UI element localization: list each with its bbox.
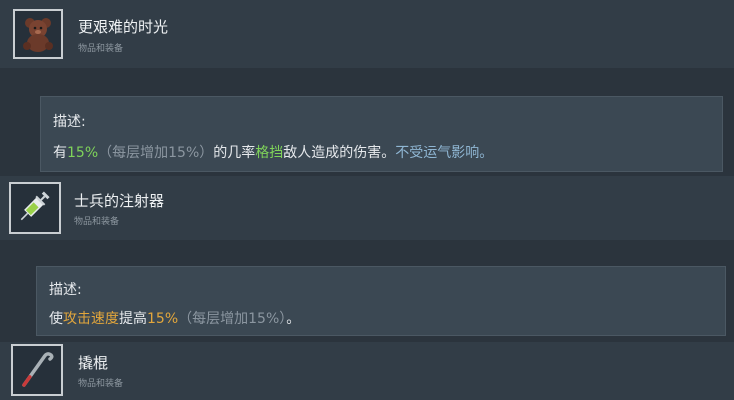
desc-text-part: 的几率 bbox=[213, 145, 256, 161]
item-title: 更艰难的时光 bbox=[78, 18, 169, 36]
description-box: 描述: 有15%（每层增加15%）的几率格挡敌人造成的伤害。不受运气影响。 bbox=[40, 96, 723, 172]
chance-percent: 15% bbox=[67, 145, 99, 161]
item-card-header bbox=[0, 342, 734, 400]
item-icon-frame bbox=[13, 9, 63, 59]
desc-text-part: 提高 bbox=[119, 311, 147, 327]
description-box: 描述: 使攻击速度提高15%（每层增加15%）。 bbox=[36, 266, 726, 336]
item-card-crowbar[interactable]: 撬棍 物品和装备 bbox=[0, 342, 734, 400]
stack-bonus: （每层增加15%） bbox=[178, 311, 287, 327]
teddy-bear-icon bbox=[23, 18, 53, 52]
item-card-syringe[interactable]: 士兵的注射器 物品和装备 描述: 使攻击速度提高15%（每层增加15%）。 bbox=[0, 176, 734, 342]
item-category: 物品和装备 bbox=[74, 217, 120, 227]
keyword-attack-speed: 攻击速度 bbox=[63, 311, 119, 327]
description-text: 使攻击速度提高15%（每层增加15%）。 bbox=[49, 308, 300, 328]
keyword-block: 格挡 bbox=[255, 145, 284, 161]
item-category: 物品和装备 bbox=[78, 44, 124, 54]
description-label: 描述: bbox=[53, 114, 86, 130]
crowbar-icon bbox=[22, 352, 54, 387]
desc-text-part: 使 bbox=[49, 311, 63, 327]
item-category: 物品和装备 bbox=[78, 379, 124, 389]
luck-note: 不受运气影响。 bbox=[395, 145, 494, 161]
description-text: 有15%（每层增加15%）的几率格挡敌人造成的伤害。不受运气影响。 bbox=[53, 142, 493, 162]
item-icon-frame bbox=[11, 344, 63, 396]
item-title: 士兵的注射器 bbox=[74, 192, 165, 210]
item-icon-frame bbox=[9, 182, 61, 234]
stack-bonus: （每层增加15%） bbox=[98, 145, 214, 161]
description-label: 描述: bbox=[49, 282, 82, 298]
bonus-percent: 15% bbox=[147, 311, 179, 327]
item-title: 撬棍 bbox=[78, 354, 109, 372]
desc-text-part: 有 bbox=[53, 145, 67, 161]
item-card-teddy[interactable]: 更艰难的时光 物品和装备 描述: 有15%（每层增加15%）的几率格挡敌人造成的… bbox=[0, 0, 734, 176]
desc-text-part: 敌人造成的伤害。 bbox=[283, 145, 396, 161]
syringe-icon bbox=[20, 191, 50, 221]
desc-text-part: 。 bbox=[286, 311, 301, 327]
